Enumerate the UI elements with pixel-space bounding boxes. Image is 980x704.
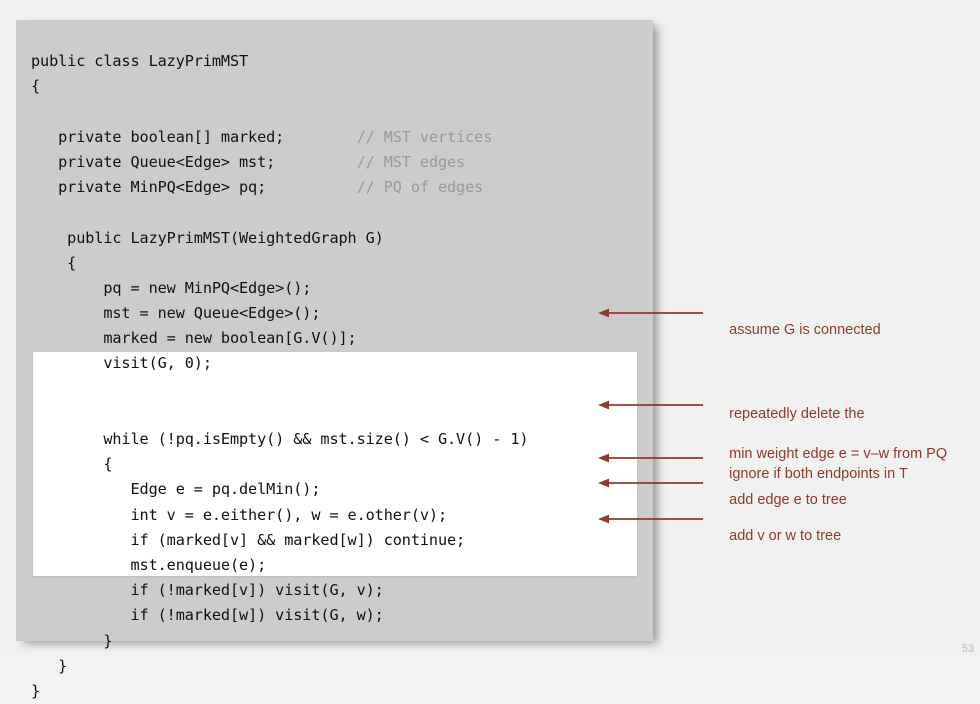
annotation-line: repeatedly delete the bbox=[729, 406, 865, 422]
code-line: { bbox=[31, 74, 528, 99]
code-line: pq = new MinPQ<Edge>(); bbox=[31, 276, 528, 301]
code-line-text: public class LazyPrimMST bbox=[31, 52, 249, 71]
code-line-text: int v = e.either(), w = e.other(v); bbox=[31, 505, 448, 524]
code-line-text: if (!marked[v]) visit(G, v); bbox=[31, 581, 384, 600]
code-line-text: marked = new boolean[G.V()]; bbox=[31, 329, 357, 348]
code-line: { bbox=[31, 452, 528, 477]
code-block: public class LazyPrimMST { private boolea… bbox=[31, 49, 529, 704]
code-line-text: while (!pq.isEmpty() && mst.size() < G.V… bbox=[31, 430, 529, 448]
code-line: mst.enqueue(e); bbox=[31, 553, 528, 578]
annotation-line: add v or w to tree bbox=[729, 528, 842, 544]
code-panel: public class LazyPrimMST { private boolea… bbox=[16, 20, 653, 700]
code-line: } bbox=[31, 679, 528, 704]
code-line: visit(G, 0); bbox=[31, 351, 528, 376]
annotation-add-v-or-w: add v or w to tree bbox=[713, 506, 841, 566]
code-line-text: { bbox=[31, 455, 113, 474]
code-line-comment: // MST edges bbox=[356, 152, 466, 171]
code-line-comment: // MST vertices bbox=[356, 127, 493, 146]
code-line-text: } bbox=[31, 681, 41, 700]
annotation-line: assume G is connected bbox=[729, 322, 881, 338]
code-line: if (!marked[v]) visit(G, v); bbox=[31, 578, 528, 603]
code-line-text: if (!marked[w]) visit(G, w); bbox=[31, 606, 384, 625]
code-line-text: private Queue<Edge> mst; bbox=[31, 152, 276, 171]
code-line-comment: // PQ of edges bbox=[356, 178, 484, 197]
code-line: int v = e.either(), w = e.other(v); bbox=[31, 503, 528, 528]
code-line-text: pq = new MinPQ<Edge>(); bbox=[31, 278, 312, 297]
page-number: 53 bbox=[961, 643, 974, 655]
code-line: Edge e = pq.delMin(); bbox=[31, 477, 528, 502]
code-line-text: } bbox=[31, 631, 113, 650]
code-line: } bbox=[31, 654, 528, 679]
code-line: { bbox=[31, 251, 528, 276]
code-line-text: mst = new Queue<Edge>(); bbox=[31, 304, 321, 323]
slide-root: public class LazyPrimMST { private boolea… bbox=[0, 0, 980, 700]
code-line: public LazyPrimMST(WeightedGraph G) bbox=[31, 226, 528, 251]
code-line-text: } bbox=[31, 656, 68, 675]
code-line-text: public LazyPrimMST(WeightedGraph G) bbox=[31, 228, 384, 247]
code-line-text: { bbox=[31, 253, 77, 272]
code-line-text: private MinPQ<Edge> pq; bbox=[31, 178, 267, 197]
code-line: private Queue<Edge> mst; // MST edges bbox=[31, 150, 528, 175]
code-line: if (marked[v] && marked[w]) continue; bbox=[31, 528, 528, 553]
code-line: while (!pq.isEmpty() && mst.size() < G.V… bbox=[31, 427, 528, 452]
code-line: } bbox=[31, 629, 528, 654]
code-line: if (!marked[w]) visit(G, w); bbox=[31, 603, 528, 628]
code-line: private boolean[] marked; // MST vertice… bbox=[31, 125, 528, 150]
code-line: mst = new Queue<Edge>(); bbox=[31, 301, 528, 326]
code-line-text: { bbox=[31, 77, 41, 96]
code-line: marked = new boolean[G.V()]; bbox=[31, 326, 528, 351]
code-line: private MinPQ<Edge> pq; // PQ of edges bbox=[31, 175, 528, 200]
code-line-text: mst.enqueue(e); bbox=[31, 555, 267, 574]
code-line-text: Edge e = pq.delMin(); bbox=[31, 480, 321, 499]
code-line: public class LazyPrimMST bbox=[31, 49, 528, 74]
annotation-assume-connected: assume G is connected bbox=[713, 300, 881, 360]
code-line-text: private boolean[] marked; bbox=[31, 127, 285, 146]
code-line-text: if (marked[v] && marked[w]) continue; bbox=[31, 530, 466, 549]
code-line-text: visit(G, 0); bbox=[31, 354, 212, 373]
